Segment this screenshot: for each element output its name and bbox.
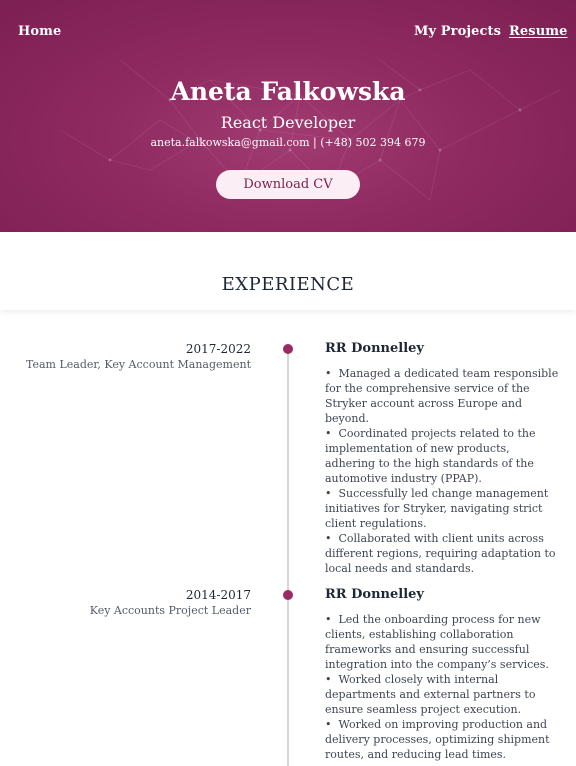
timeline-dot [283, 590, 293, 600]
timeline-line [287, 348, 289, 766]
hero-header: Home My Projects Resume Aneta Falkowska … [0, 0, 576, 232]
entry-years: 2014-2017 [185, 588, 251, 602]
entry-position: Team Leader, Key Account Management [25, 358, 251, 371]
list-item: Successfully led change management initi… [325, 486, 561, 531]
list-item: Managed a dedicated team responsible for… [325, 366, 561, 426]
list-item: Worked on improving production and deliv… [325, 717, 561, 762]
list-item: Led the onboarding process for new clien… [325, 612, 561, 672]
profile-contact: aneta.falkowska@gmail.com | (+48) 502 39… [150, 136, 426, 149]
profile-role: React Developer [220, 113, 356, 132]
list-item: Coordinated projects related to the impl… [325, 426, 561, 486]
experience-header: EXPERIENCE [0, 232, 576, 310]
profile-name: Aneta Falkowska [170, 77, 406, 106]
nav-resume-link[interactable]: Resume [509, 24, 567, 39]
download-cv-button[interactable]: Download CV [216, 170, 360, 199]
entry-bullet-list: Managed a dedicated team responsible for… [325, 366, 561, 576]
entry-company: RR Donnelley [325, 587, 424, 602]
list-item: Collaborated with client units across di… [325, 531, 561, 576]
entry-bullet-list: Led the onboarding process for new clien… [325, 612, 561, 762]
nav-home-link[interactable]: Home [18, 24, 61, 39]
entry-position: Key Accounts Project Leader [89, 604, 251, 617]
entry-company: RR Donnelley [325, 341, 424, 356]
entry-years: 2017-2022 [185, 342, 251, 356]
list-item: Worked closely with internal departments… [325, 672, 561, 717]
nav-my-projects-link[interactable]: My Projects [414, 24, 501, 39]
section-title: EXPERIENCE [221, 274, 355, 295]
timeline-dot [283, 344, 293, 354]
